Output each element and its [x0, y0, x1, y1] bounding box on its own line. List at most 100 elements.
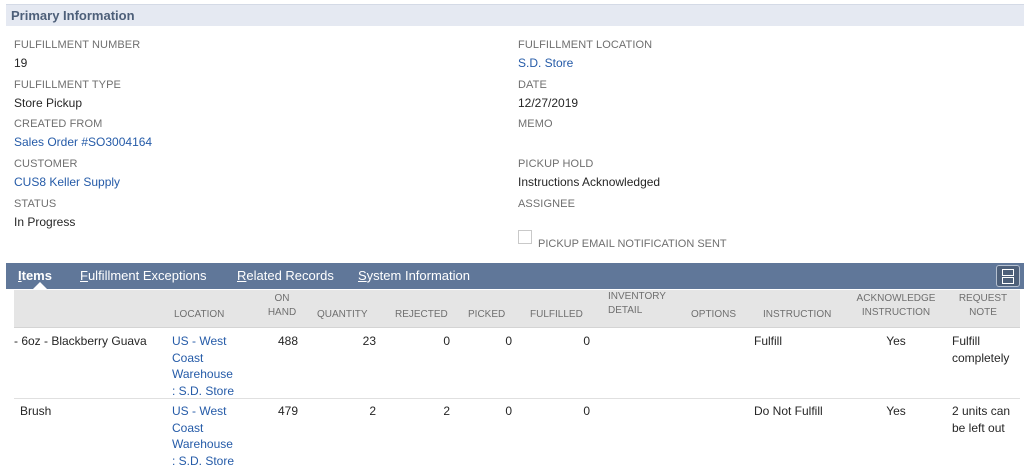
- tab-items-label: tems: [21, 268, 52, 283]
- fulfillment-type-label: FULFILLMENT TYPE: [14, 79, 121, 91]
- location-line: Coast: [172, 350, 204, 365]
- active-tab-pointer: [33, 282, 47, 289]
- two-rows-layout-icon-bottom: [1002, 277, 1014, 284]
- tab-fulfillment-exceptions[interactable]: Fulfillment Exceptions: [80, 268, 206, 283]
- col-instruction[interactable]: INSTRUCTION: [763, 290, 835, 328]
- items-table: LOCATION ON HAND QUANTITY REJECTED PICKE…: [14, 290, 1020, 474]
- rejected-value: 2: [443, 404, 450, 418]
- tab-system-information-accesskey: S: [358, 268, 367, 283]
- request-note-value: 2 units can be left out: [952, 403, 1020, 436]
- col-options-label: OPTIONS: [691, 309, 737, 320]
- location-line: US - West: [172, 334, 227, 348]
- col-quantity[interactable]: QUANTITY: [317, 290, 377, 328]
- tab-related-records[interactable]: Related Records: [237, 268, 334, 283]
- quantity-value: 2: [369, 404, 376, 418]
- two-rows-layout-icon: [1002, 269, 1014, 276]
- request-note-line: completely: [952, 350, 1010, 365]
- col-location-label: LOCATION: [174, 309, 225, 320]
- col-options[interactable]: OPTIONS: [691, 290, 741, 328]
- request-note-value: Fulfill completely: [952, 333, 1020, 366]
- col-inventory-detail[interactable]: INVENTORY DETAIL: [608, 290, 668, 328]
- col-quantity-label: QUANTITY: [317, 309, 368, 320]
- table-row[interactable]: - 6oz - Blackberry Guava US - West Coast…: [14, 329, 1020, 399]
- tab-fulfillment-exceptions-label: ulfillment Exceptions: [87, 268, 207, 283]
- subtab-bar: Items Fulfillment Exceptions Related Rec…: [6, 263, 1024, 289]
- col-rejected[interactable]: REJECTED: [395, 290, 448, 328]
- tab-system-information[interactable]: System Information: [358, 268, 470, 283]
- col-acknowledge-line1: ACKNOWLEDGE: [856, 293, 936, 304]
- fulfillment-location-label: FULFILLMENT LOCATION: [518, 39, 653, 51]
- primary-information-header[interactable]: Primary Information: [6, 4, 1024, 26]
- fulfillment-location-link[interactable]: S.D. Store: [518, 55, 652, 71]
- quantity-value: 23: [362, 334, 376, 348]
- tab-items[interactable]: Items: [18, 268, 52, 283]
- instruction-value: Fulfill: [754, 334, 783, 348]
- acknowledge-value: Yes: [886, 334, 906, 348]
- date-value: 12/27/2019: [518, 96, 579, 110]
- fulfillment-number-field: FULFILLMENT NUMBER 19: [14, 38, 140, 71]
- fulfillment-location-field: FULFILLMENT LOCATION S.D. Store: [518, 38, 652, 71]
- location-line: Warehouse: [172, 437, 233, 451]
- fulfillment-number-value: 19: [14, 56, 28, 70]
- col-inventory-detail-line1: INVENTORY: [608, 291, 666, 302]
- col-rejected-label: REJECTED: [395, 309, 448, 320]
- date-field: DATE 12/27/2019: [518, 78, 578, 111]
- fulfilled-value: 0: [583, 334, 590, 348]
- picked-value: 0: [505, 334, 512, 348]
- col-picked-label: PICKED: [468, 309, 506, 320]
- fulfillment-type-field: FULFILLMENT TYPE Store Pickup: [14, 78, 121, 111]
- status-value: In Progress: [14, 215, 76, 229]
- tab-related-records-label: elated Records: [246, 268, 334, 283]
- assignee-field: ASSIGNEE: [518, 197, 575, 214]
- created-from-link[interactable]: Sales Order #SO3004164: [14, 134, 152, 150]
- pickup-email-checkbox[interactable]: [518, 230, 532, 244]
- col-fulfilled-label: FULFILLED: [530, 309, 583, 320]
- col-instruction-label: INSTRUCTION: [763, 309, 832, 320]
- request-note-line: Fulfill: [952, 334, 981, 348]
- date-label: DATE: [518, 79, 547, 91]
- layout-toggle-button[interactable]: [996, 265, 1020, 287]
- fulfilled-value: 0: [583, 404, 590, 418]
- assignee-label: ASSIGNEE: [518, 198, 576, 210]
- memo-label: MEMO: [518, 118, 553, 130]
- fulfillment-type-value: Store Pickup: [14, 96, 83, 110]
- status-label: STATUS: [14, 198, 57, 210]
- col-request-note[interactable]: REQUEST NOTE: [954, 290, 1012, 328]
- tab-fulfillment-exceptions-accesskey: F: [80, 268, 88, 283]
- col-fulfilled[interactable]: FULFILLED: [530, 290, 584, 328]
- col-inventory-detail-line2: DETAIL: [608, 305, 643, 316]
- col-request-note-line2: NOTE: [969, 307, 997, 318]
- location-link[interactable]: US - West Coast Warehouse : S.D. Store: [172, 333, 244, 399]
- pickup-email-notification-field: PICKUP EMAIL NOTIFICATION SENT: [518, 230, 727, 250]
- request-note-line: be left out: [952, 420, 1005, 435]
- status-field: STATUS In Progress: [14, 197, 75, 230]
- customer-link[interactable]: CUS8 Keller Supply: [14, 174, 120, 190]
- col-picked[interactable]: PICKED: [468, 290, 508, 328]
- on-hand-value: 479: [277, 404, 298, 418]
- pickup-hold-field: PICKUP HOLD Instructions Acknowledged: [518, 157, 660, 190]
- location-link[interactable]: US - West Coast Warehouse : S.D. Store: [172, 403, 244, 469]
- table-row[interactable]: Brush US - West Coast Warehouse : S.D. S…: [14, 399, 1020, 474]
- request-note-line: 2 units can: [952, 404, 1011, 418]
- picked-value: 0: [505, 404, 512, 418]
- created-from-label: CREATED FROM: [14, 118, 103, 130]
- customer-field: CUSTOMER CUS8 Keller Supply: [14, 157, 120, 190]
- location-line: Coast: [172, 420, 204, 435]
- col-location[interactable]: LOCATION: [174, 290, 236, 328]
- col-on-hand[interactable]: ON HAND: [268, 290, 296, 328]
- rejected-value: 0: [443, 334, 450, 348]
- tab-system-information-label: ystem Information: [366, 268, 470, 283]
- pickup-hold-value: Instructions Acknowledged: [518, 175, 661, 189]
- col-request-note-line1: REQUEST: [958, 293, 1008, 304]
- location-line: : S.D. Store: [172, 383, 235, 398]
- on-hand-value: 488: [277, 334, 298, 348]
- location-line: Warehouse: [172, 367, 233, 381]
- col-acknowledge-line2: INSTRUCTION: [861, 307, 931, 318]
- created-from-field: CREATED FROM Sales Order #SO3004164: [14, 117, 152, 150]
- item-name: Brush: [20, 404, 52, 418]
- memo-field: MEMO: [518, 117, 553, 134]
- pickup-email-label: PICKUP EMAIL NOTIFICATION SENT: [538, 238, 727, 250]
- item-name: - 6oz - Blackberry Guava: [14, 334, 147, 348]
- col-on-hand-line2: HAND: [267, 307, 297, 318]
- col-acknowledge-instruction[interactable]: ACKNOWLEDGE INSTRUCTION: [852, 290, 940, 328]
